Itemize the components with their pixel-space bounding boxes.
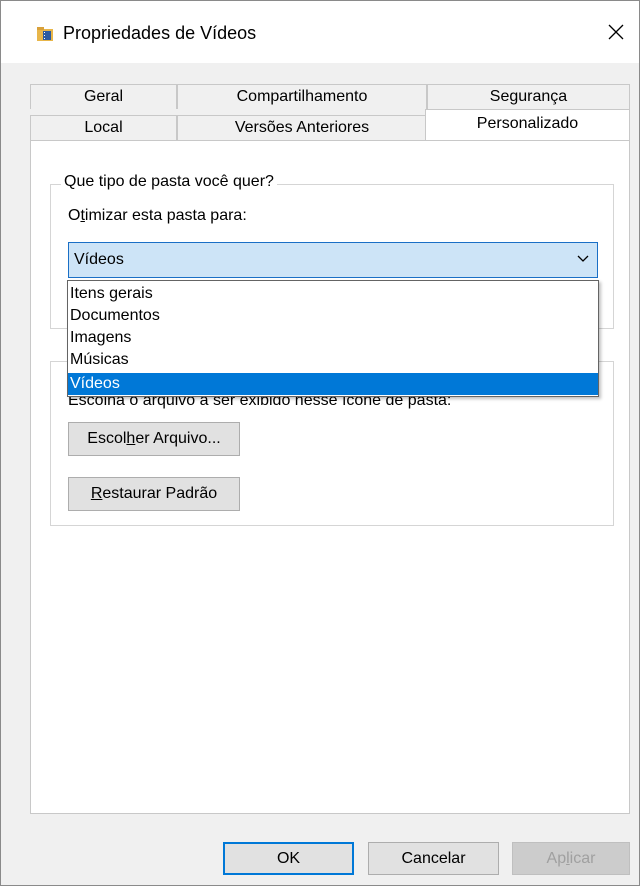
choose-file-button[interactable]: Escolher Arquivo... [68, 422, 240, 456]
window-title: Propriedades de Vídeos [63, 23, 257, 43]
ok-button[interactable]: OK [223, 842, 354, 875]
folder-type-legend: Que tipo de pasta você quer? [61, 173, 277, 191]
cancel-button[interactable]: Cancelar [368, 842, 499, 875]
button-label: OK [276, 849, 301, 867]
button-label: Cancelar [401, 849, 466, 867]
tab-label: Local [84, 119, 123, 136]
title-bar: Propriedades de Vídeos [1, 1, 639, 63]
optimize-label: Otimizar esta pasta para: [68, 207, 247, 224]
tab-label: Segurança [489, 88, 568, 105]
tab-compartilhamento[interactable]: Compartilhamento [177, 84, 427, 109]
chevron-down-icon [577, 255, 589, 262]
select-value: Vídeos [74, 251, 124, 268]
tab-seguranca[interactable]: Segurança [427, 84, 630, 109]
tab-label: Compartilhamento [236, 88, 368, 105]
tab-versoes-anteriores[interactable]: Versões Anteriores [177, 115, 427, 140]
close-button[interactable] [593, 1, 639, 63]
tab-label: Personalizado [476, 115, 579, 132]
tab-label: Geral [83, 88, 124, 105]
dropdown-option-imagens[interactable]: Imagens [68, 327, 598, 349]
optimize-for-dropdown-list: Itens gerais Documentos Imagens Músicas … [67, 280, 599, 397]
optimize-for-select[interactable]: Vídeos [68, 242, 598, 278]
tab-local[interactable]: Local [30, 115, 177, 140]
dropdown-option-itens-gerais[interactable]: Itens gerais [68, 283, 598, 305]
dropdown-option-videos[interactable]: Vídeos [68, 373, 598, 395]
button-label: Restaurar Padrão [90, 485, 218, 502]
dropdown-option-musicas[interactable]: Músicas [68, 349, 598, 371]
apply-button[interactable]: Aplicar [512, 842, 630, 875]
properties-dialog: Propriedades de Vídeos Geral Compartilha… [0, 0, 640, 886]
button-label: Aplicar [546, 849, 596, 867]
dropdown-option-documentos[interactable]: Documentos [68, 305, 598, 327]
tab-label: Versões Anteriores [234, 119, 370, 136]
video-folder-icon [37, 27, 53, 41]
tab-personalizado[interactable]: Personalizado [425, 109, 630, 140]
tab-geral[interactable]: Geral [30, 84, 177, 109]
restore-default-button[interactable]: Restaurar Padrão [68, 477, 240, 511]
button-label: Escolher Arquivo... [87, 430, 221, 447]
close-icon [608, 24, 624, 40]
